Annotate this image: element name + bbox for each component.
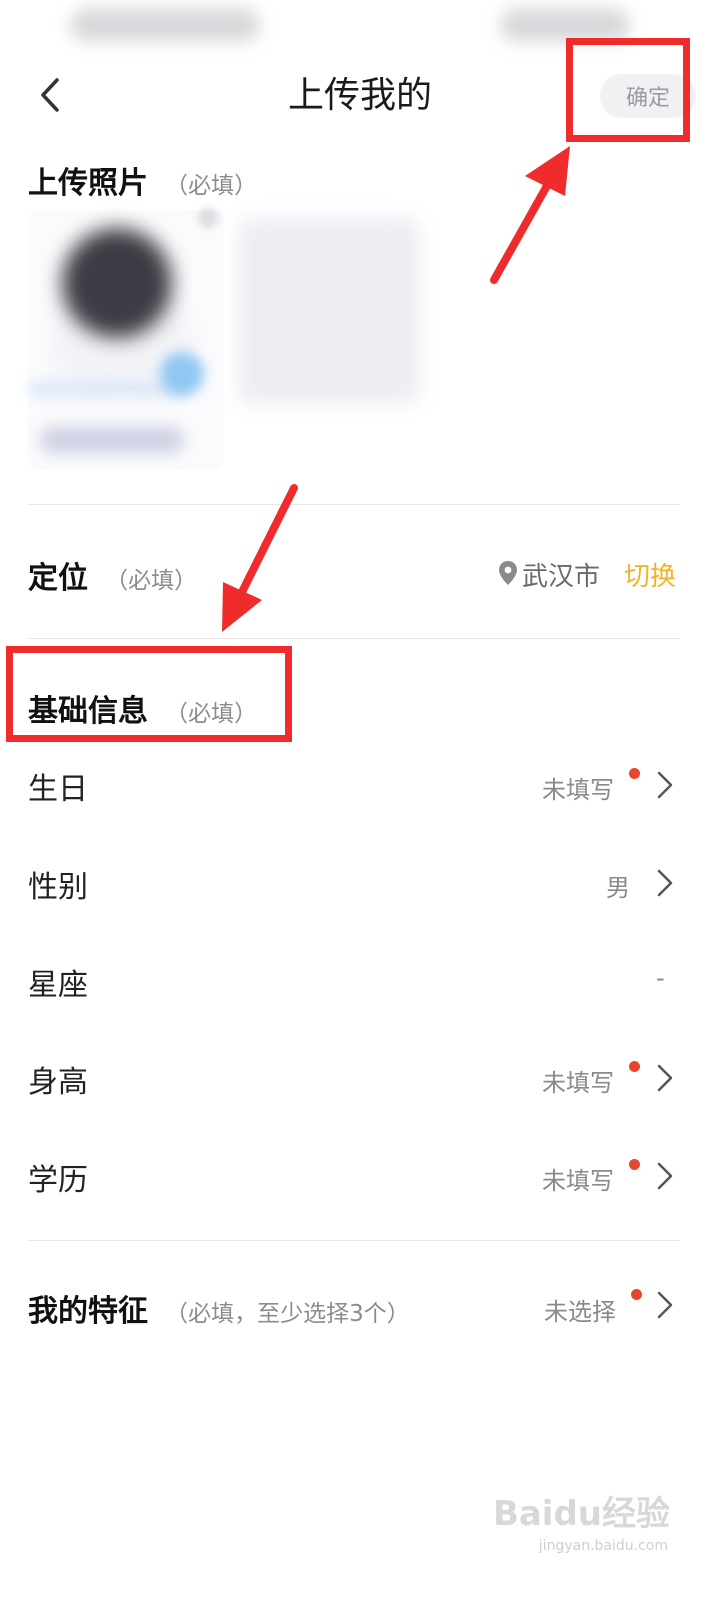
- chevron-right-icon: [657, 869, 673, 897]
- traits-heading: 我的特征 （必填，至少选择3个）: [28, 1286, 410, 1330]
- photo-caption-blur: [42, 428, 182, 452]
- photo-section-title: 上传照片: [28, 166, 148, 201]
- traits-title: 我的特征: [28, 1294, 148, 1329]
- photo-section-heading: 上传照片 （必填）: [28, 158, 257, 202]
- chevron-right-icon: [657, 1064, 673, 1092]
- row-value: -: [656, 964, 665, 992]
- status-bar-left-blur: [70, 8, 260, 42]
- add-photo-button[interactable]: [238, 218, 420, 404]
- photo-badge-icon: [160, 352, 204, 396]
- row-label: 生日: [28, 772, 88, 807]
- status-bar-right-blur: [500, 8, 630, 42]
- info-row-education[interactable]: 学历 未填写: [0, 1141, 720, 1217]
- location-section-title: 定位: [28, 561, 88, 596]
- info-row-zodiac: 星座 -: [0, 946, 720, 1022]
- annotation-box-confirm: [566, 38, 690, 142]
- row-label: 学历: [28, 1163, 88, 1198]
- traits-value: 未选择: [544, 1298, 616, 1326]
- unfilled-dot: [629, 1061, 640, 1072]
- annotation-arrow-down: [222, 484, 298, 632]
- annotation-box-basic-info: [6, 646, 292, 742]
- photo-blur-strip: [30, 382, 180, 396]
- baidu-watermark: Baidu经验: [492, 1494, 670, 1534]
- row-label: 性别: [28, 870, 88, 905]
- row-value: 未填写: [542, 1167, 614, 1195]
- row-value: 未填写: [542, 776, 614, 804]
- location-city: 武汉市: [522, 562, 601, 592]
- location-required-hint: （必填）: [105, 568, 198, 594]
- row-value: 男: [606, 874, 630, 902]
- traits-row[interactable]: 我的特征 （必填，至少选择3个） 未选择: [0, 1270, 720, 1350]
- info-row-birthday[interactable]: 生日 未填写: [0, 750, 720, 826]
- location-pin-icon: [499, 561, 517, 585]
- uploaded-photo-thumbnail: [62, 228, 172, 338]
- annotation-arrow-up: [490, 146, 570, 284]
- photo-required-hint: （必填）: [165, 173, 258, 199]
- row-label: 身高: [28, 1065, 88, 1100]
- row-value: 未填写: [542, 1069, 614, 1097]
- unfilled-dot: [629, 1159, 640, 1170]
- info-row-height[interactable]: 身高 未填写: [0, 1043, 720, 1119]
- info-row-gender[interactable]: 性别 男: [0, 848, 720, 924]
- unfilled-dot: [629, 768, 640, 779]
- chevron-right-icon: [657, 1291, 673, 1319]
- chevron-right-icon: [657, 771, 673, 799]
- unfilled-dot: [631, 1289, 642, 1300]
- baidu-watermark-url: jingyan.baidu.com: [538, 1538, 668, 1554]
- divider: [28, 638, 680, 639]
- divider: [28, 504, 680, 505]
- location-section-heading: 定位 （必填）: [28, 553, 197, 597]
- divider: [28, 1240, 680, 1241]
- chevron-right-icon: [657, 1162, 673, 1190]
- row-label: 星座: [28, 968, 88, 1003]
- remove-photo-icon[interactable]: [198, 208, 218, 228]
- traits-required-hint: （必填，至少选择3个）: [165, 1301, 410, 1327]
- switch-location-link[interactable]: 切换: [624, 556, 676, 593]
